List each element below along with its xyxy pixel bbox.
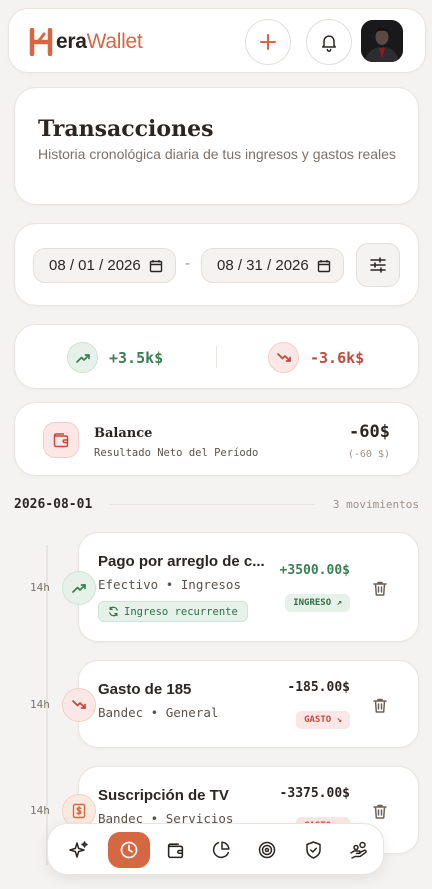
notifications-button[interactable] — [306, 19, 352, 65]
summary-divider — [216, 346, 217, 368]
trash-icon — [373, 698, 387, 713]
expense-total: -3.6k$ — [310, 348, 365, 367]
bell-icon — [322, 35, 336, 52]
to-date-input[interactable]: 08 / 31 / 2026 — [201, 248, 344, 283]
nav-goals[interactable] — [248, 831, 286, 869]
tx-time: 14h — [30, 698, 50, 711]
group-divider — [110, 504, 314, 505]
balance-title: Balance — [94, 426, 153, 441]
date-filter-card: 08 / 01 / 2026 - 08 / 31 / 2026 — [14, 223, 419, 306]
tx-time: 14h — [30, 804, 50, 817]
income-total: +3.5k$ — [109, 348, 164, 367]
hand-coins-icon — [349, 841, 367, 859]
avatar-image — [361, 20, 403, 62]
add-transaction-button[interactable] — [245, 19, 291, 65]
sliders-icon — [370, 257, 386, 273]
shield-check-icon — [305, 841, 321, 859]
filter-settings-button[interactable] — [356, 243, 400, 287]
tx-amount: -3375.00$ — [279, 786, 350, 801]
balance-card: Balance Resultado Neto del Período -60$ … — [14, 402, 419, 476]
wallet-icon — [167, 842, 183, 858]
nav-transactions[interactable] — [108, 832, 150, 868]
bottom-navigation — [47, 823, 384, 875]
summary-card: +3.5k$ -3.6k$ — [14, 324, 419, 389]
refresh-icon — [109, 606, 118, 617]
app-header: eraWallet — [8, 8, 426, 73]
trending-down-icon — [268, 342, 299, 373]
trash-icon — [373, 581, 387, 596]
date-separator: - — [185, 255, 190, 272]
group-count: 3 movimientos — [332, 498, 419, 511]
delete-button[interactable] — [369, 694, 391, 716]
expense-tx-icon — [62, 688, 96, 722]
tx-amount: +3500.00$ — [279, 563, 350, 578]
nav-reports[interactable] — [202, 831, 240, 869]
tx-meta: Efectivo • Ingresos — [98, 577, 241, 592]
tx-meta: Bandec • General — [98, 705, 219, 720]
user-avatar[interactable] — [361, 20, 403, 62]
calendar-icon — [149, 259, 162, 272]
tx-type-badge: GASTO ↘ — [296, 711, 350, 729]
calendar-icon — [317, 259, 330, 272]
delete-button[interactable] — [369, 800, 391, 822]
to-date-value: 08 / 31 / 2026 — [217, 257, 309, 274]
nav-accounts[interactable] — [156, 831, 194, 869]
transaction-card[interactable]: Gasto de 185 Bandec • General -185.00$ G… — [78, 660, 419, 748]
target-icon — [258, 841, 276, 859]
transaction-card[interactable]: Pago por arreglo de c... Efectivo • Ingr… — [78, 532, 419, 642]
plus-icon — [260, 34, 276, 50]
tx-name: Pago por arreglo de c... — [98, 553, 265, 570]
balance-subtitle: Resultado Neto del Período — [94, 447, 259, 459]
wallet-icon — [43, 422, 79, 458]
sparkles-icon — [69, 841, 88, 858]
balance-value-detail: (-60 $) — [347, 449, 390, 460]
nav-security[interactable] — [294, 831, 332, 869]
income-summary: +3.5k$ — [67, 342, 163, 373]
nav-debts[interactable] — [340, 831, 378, 869]
from-date-value: 08 / 01 / 2026 — [49, 257, 141, 274]
from-date-input[interactable]: 08 / 01 / 2026 — [33, 248, 176, 283]
tx-amount: -185.00$ — [287, 680, 350, 695]
logo-text: eraWallet — [56, 30, 143, 53]
tx-name: Suscripción de TV — [98, 787, 229, 804]
nav-insights[interactable] — [60, 831, 98, 869]
delete-button[interactable] — [369, 577, 391, 599]
logo-mark-icon — [29, 28, 53, 56]
balance-value: -60$ — [349, 422, 390, 442]
recurring-label: Ingreso recurrente — [124, 605, 238, 618]
trending-up-icon — [67, 342, 98, 373]
tx-type-badge: INGRESO ↗ — [285, 594, 350, 612]
tx-time: 14h — [30, 581, 50, 594]
app-logo[interactable]: eraWallet — [29, 28, 143, 56]
recurring-badge: Ingreso recurrente — [98, 601, 248, 622]
group-date: 2026-08-01 — [14, 497, 93, 512]
trash-icon — [373, 804, 387, 819]
income-tx-icon — [62, 571, 96, 605]
clock-icon — [120, 841, 138, 859]
page-header-card: Transacciones Historia cronológica diari… — [14, 87, 419, 205]
expense-summary: -3.6k$ — [268, 342, 364, 373]
page-subtitle: Historia cronológica diaria de tus ingre… — [38, 146, 396, 162]
page-title: Transacciones — [38, 116, 214, 142]
tx-name: Gasto de 185 — [98, 681, 192, 698]
pie-chart-icon — [212, 841, 230, 859]
